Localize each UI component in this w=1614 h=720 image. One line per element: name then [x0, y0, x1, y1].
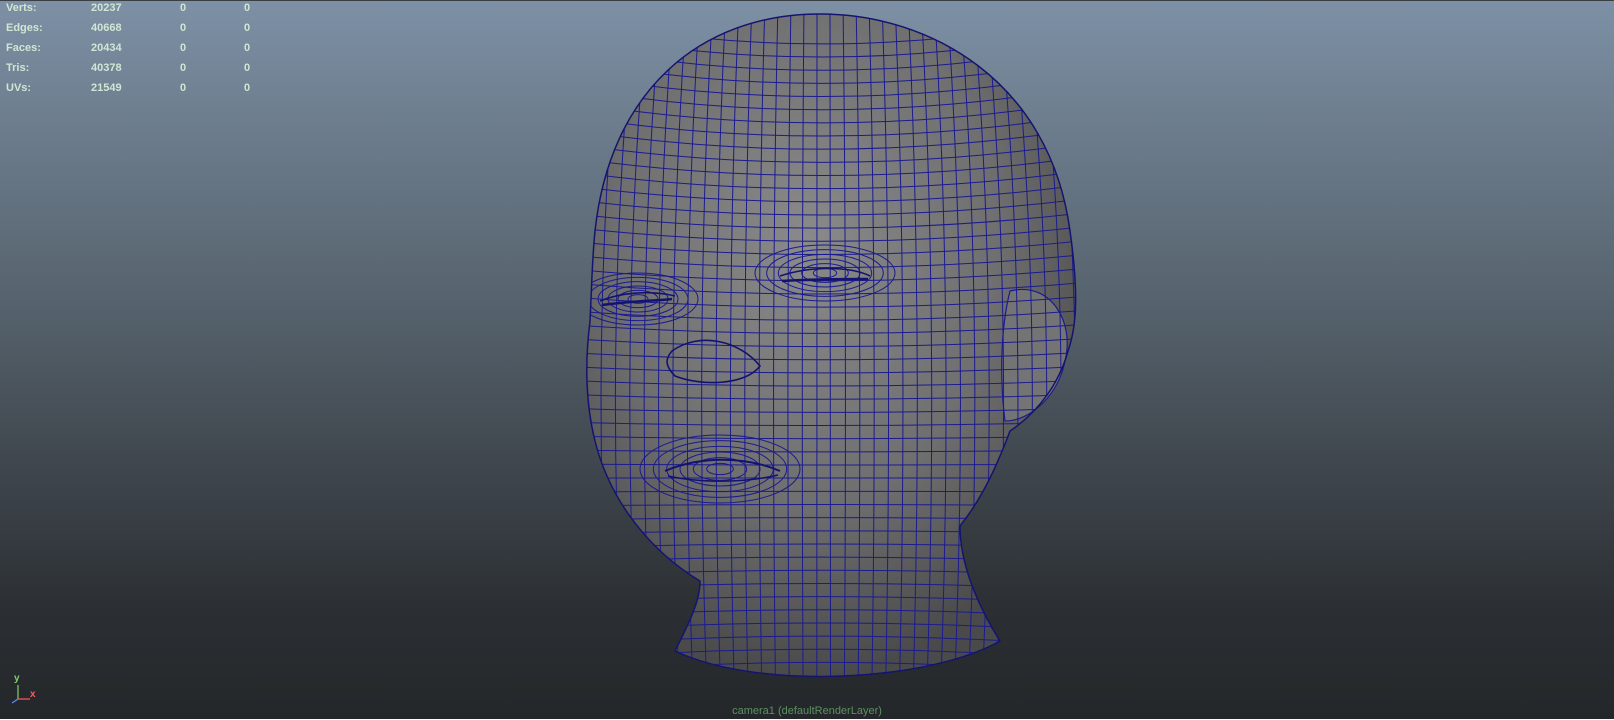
axis-gizmo: y x [6, 677, 42, 707]
viewport-panel[interactable]: Verts: 20237 0 0 Edges: 40668 0 0 Faces:… [0, 0, 1614, 719]
head-mesh-icon[interactable] [0, 1, 1614, 720]
wire-line [544, 1, 570, 701]
camera-name-label: camera1 (defaultRenderLayer) [0, 705, 1614, 717]
axis-lines-icon [6, 677, 42, 707]
wire-line [558, 1, 583, 701]
wire-line [1077, 1, 1104, 701]
axis-x-label: x [30, 689, 36, 700]
axis-y-label: y [14, 673, 20, 684]
